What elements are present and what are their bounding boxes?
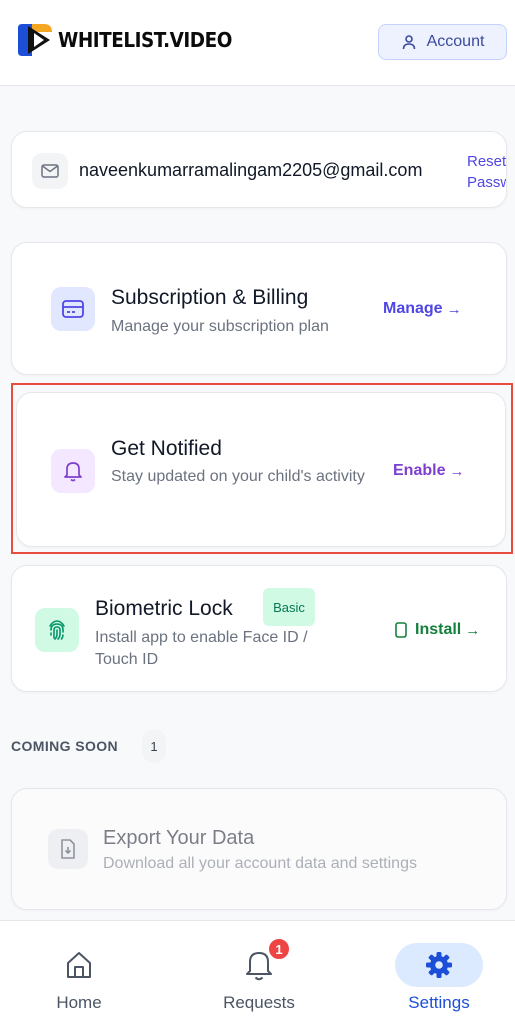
plan-badge: Basic	[263, 588, 315, 626]
arrow-right-icon: →	[465, 621, 481, 639]
manage-label: Manage	[383, 300, 443, 317]
nav-requests-label: Requests	[223, 993, 295, 1012]
install-link[interactable]: Install →	[395, 621, 480, 639]
logo[interactable]: WHITELIST.VIDEO	[14, 20, 247, 60]
bottom-navigation: Home 1 Requests Settings	[0, 920, 515, 1024]
nav-settings[interactable]: Settings	[379, 921, 499, 1024]
gear-icon	[419, 945, 459, 985]
export-subtitle: Download all your account data and setti…	[103, 855, 417, 872]
reset-password-link[interactable]: Reset Password	[467, 151, 507, 193]
billing-subtitle: Manage your subscription plan	[111, 318, 329, 335]
highlight-outline	[11, 383, 513, 554]
logo-text: WHITELIST.VIDEO	[58, 28, 232, 52]
mail-icon	[41, 164, 59, 178]
nav-settings-label: Settings	[408, 993, 470, 1012]
reset-line-1: Reset	[467, 153, 507, 170]
biometric-lock-card[interactable]: Biometric Lock Install app to enable Fac…	[11, 565, 507, 692]
arrow-right-icon: →	[446, 300, 462, 318]
billing-icon-container	[51, 287, 95, 331]
account-email: naveenkumarramalingam2205@gmail.com	[79, 160, 423, 180]
biometric-icon-container	[35, 608, 79, 652]
email-card: naveenkumarramalingam2205@gmail.com Rese…	[11, 131, 507, 208]
home-icon	[59, 945, 99, 985]
export-data-card: Export Your Data Download all your accou…	[11, 788, 507, 910]
manage-link[interactable]: Manage →	[383, 300, 462, 318]
nav-home[interactable]: Home	[19, 921, 139, 1024]
logo-play-icon	[18, 24, 52, 56]
biometric-title: Biometric Lock	[95, 597, 233, 620]
coming-soon-heading: COMING SOON	[11, 738, 119, 754]
coming-soon-count: 1	[142, 729, 166, 763]
nav-requests[interactable]: 1 Requests	[199, 921, 319, 1024]
billing-title: Subscription & Billing	[111, 286, 309, 309]
install-label: Install	[415, 621, 462, 638]
account-label: Account	[426, 33, 485, 50]
account-button[interactable]: Account	[378, 24, 507, 60]
nav-home-label: Home	[56, 993, 102, 1012]
requests-badge: 1	[267, 937, 291, 961]
top-header: WHITELIST.VIDEO Account	[0, 0, 515, 86]
biometric-subtitle: Install app to enable Face ID / Touch ID	[95, 629, 308, 668]
mail-icon-container	[32, 153, 68, 189]
phone-icon	[395, 622, 407, 638]
user-icon	[402, 35, 415, 50]
fingerprint-icon	[49, 620, 65, 640]
export-title: Export Your Data	[103, 827, 255, 849]
export-icon-container	[48, 829, 88, 869]
reset-line-2: Password	[467, 174, 506, 191]
credit-card-icon	[62, 300, 84, 318]
subscription-billing-card[interactable]: Subscription & Billing Manage your subsc…	[11, 242, 507, 375]
file-download-icon	[61, 839, 75, 859]
